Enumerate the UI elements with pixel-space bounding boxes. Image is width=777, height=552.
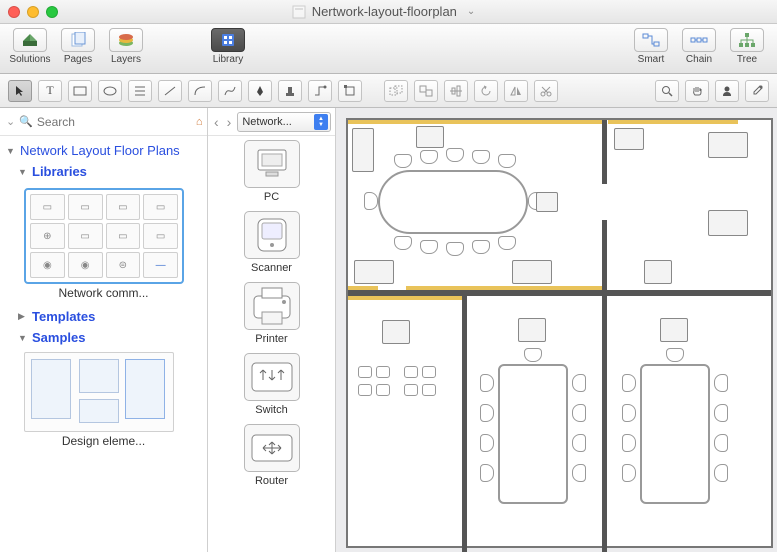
device-printer xyxy=(354,260,394,284)
titlebar: Nertwork-layout-floorplan ⌄ xyxy=(0,0,777,24)
floorplan xyxy=(346,118,773,548)
title-chevron-icon[interactable]: ⌄ xyxy=(467,6,475,17)
library-button[interactable]: Library xyxy=(204,26,252,65)
shape-toolbar: T xyxy=(0,74,777,108)
solutions-button[interactable]: Solutions xyxy=(6,26,54,65)
list-tool[interactable] xyxy=(128,80,152,102)
device-copier xyxy=(512,260,552,284)
layers-button[interactable]: Layers xyxy=(102,26,150,65)
zoom-tool[interactable] xyxy=(655,80,679,102)
sample-thumbnail[interactable] xyxy=(24,352,174,432)
device-rack xyxy=(352,128,374,172)
pointer-tool[interactable] xyxy=(8,80,32,102)
artboard-tool[interactable] xyxy=(338,80,362,102)
library-thumb-label: Network comm... xyxy=(6,286,201,300)
lib-item-router[interactable]: Router xyxy=(244,424,300,487)
library-column: ‹ › Network... ▲▼ PC Scanner Printer xyxy=(208,108,336,552)
search-input[interactable] xyxy=(37,115,192,129)
arc-tool[interactable] xyxy=(188,80,212,102)
group-tool[interactable] xyxy=(384,80,408,102)
pages-button[interactable]: Pages xyxy=(54,26,102,65)
lib-back-button[interactable]: ‹ xyxy=(212,114,221,130)
library-nav: ‹ › Network... ▲▼ xyxy=(208,108,335,136)
pen-tool[interactable] xyxy=(248,80,272,102)
zoom-window-button[interactable] xyxy=(46,6,58,18)
spline-tool[interactable] xyxy=(218,80,242,102)
rectangle-tool[interactable] xyxy=(68,80,92,102)
text-tool[interactable]: T xyxy=(38,80,62,102)
minimize-window-button[interactable] xyxy=(27,6,39,18)
sample-thumb-label: Design eleme... xyxy=(6,434,201,448)
tree-connector-button[interactable]: Tree xyxy=(723,26,771,65)
chain-connector-button[interactable]: Chain xyxy=(675,26,723,65)
flip-tool[interactable] xyxy=(504,80,528,102)
main-toolbar: Solutions Pages Layers Library Smart Cha… xyxy=(0,24,777,74)
library-selector[interactable]: Network... ▲▼ xyxy=(237,112,331,132)
lib-item-scanner[interactable]: Scanner xyxy=(244,211,300,274)
canvas[interactable] xyxy=(336,108,777,552)
window-title: Nertwork-layout-floorplan ⌄ xyxy=(58,4,709,19)
lib-item-pc[interactable]: PC xyxy=(244,140,300,203)
lib-item-switch[interactable]: Switch xyxy=(244,353,300,416)
align-tool[interactable] xyxy=(444,80,468,102)
snip-tool[interactable] xyxy=(534,80,558,102)
chevron-down-icon[interactable]: ⌄ xyxy=(6,115,15,128)
line-tool[interactable] xyxy=(158,80,182,102)
rotate-tool[interactable] xyxy=(474,80,498,102)
smart-connector-button[interactable]: Smart xyxy=(627,26,675,65)
hand-tool[interactable] xyxy=(685,80,709,102)
search-bar: ⌄ 🔍 ⌂ xyxy=(0,108,207,136)
user-tool[interactable] xyxy=(715,80,739,102)
tree-samples[interactable]: ▼Samples xyxy=(18,327,201,348)
tree-libraries[interactable]: ▼Libraries xyxy=(18,161,201,182)
device-switch xyxy=(536,192,558,212)
device-pc xyxy=(416,126,444,148)
tree-templates[interactable]: ▶Templates xyxy=(18,306,201,327)
library-thumbnail-selected[interactable]: ▭▭▭▭ ⊕▭▭▭ ◉◉⊜— xyxy=(24,188,184,284)
home-icon[interactable]: ⌂ xyxy=(196,116,203,128)
ungroup-tool[interactable] xyxy=(414,80,438,102)
window-controls xyxy=(8,6,58,18)
solutions-panel: ⌄ 🔍 ⌂ ▼Network Layout Floor Plans ▼Libra… xyxy=(0,108,208,552)
eyedropper-tool[interactable] xyxy=(745,80,769,102)
stamp-tool[interactable] xyxy=(278,80,302,102)
lib-item-printer[interactable]: Printer xyxy=(244,282,300,345)
search-icon: 🔍 xyxy=(19,115,33,128)
connector-tool[interactable] xyxy=(308,80,332,102)
close-window-button[interactable] xyxy=(8,6,20,18)
document-title: Nertwork-layout-floorplan xyxy=(312,4,457,19)
lib-forward-button[interactable]: › xyxy=(225,114,234,130)
ellipse-tool[interactable] xyxy=(98,80,122,102)
tree-root[interactable]: ▼Network Layout Floor Plans xyxy=(6,140,201,161)
updown-icon: ▲▼ xyxy=(314,114,328,130)
